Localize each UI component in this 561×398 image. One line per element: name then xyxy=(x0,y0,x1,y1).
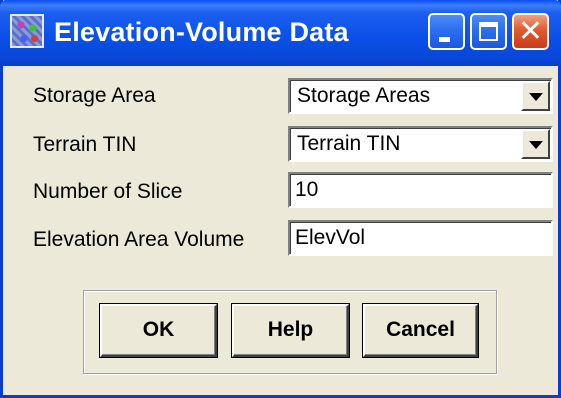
terrain-tin-dropdown-button[interactable] xyxy=(521,129,550,159)
arcview-app-icon[interactable] xyxy=(10,14,44,48)
elevation-volume-dialog: Elevation-Volume Data ✕ Storage Area Sto… xyxy=(0,0,561,398)
ok-button[interactable]: OK xyxy=(100,304,217,357)
terrain-tin-dropdown[interactable]: Terrain TIN xyxy=(288,126,553,162)
storage-area-label: Storage Area xyxy=(33,84,156,107)
elevation-area-volume-field[interactable] xyxy=(288,220,553,256)
title-bar[interactable]: Elevation-Volume Data ✕ xyxy=(0,0,561,66)
chevron-down-icon xyxy=(529,93,543,101)
chevron-down-icon xyxy=(529,141,543,149)
window-title: Elevation-Volume Data xyxy=(54,17,349,47)
maximize-icon xyxy=(479,22,498,41)
minimize-icon xyxy=(439,37,450,42)
minimize-button[interactable] xyxy=(428,13,465,50)
cancel-button[interactable]: Cancel xyxy=(363,304,478,357)
terrain-tin-selected: Terrain TIN xyxy=(297,132,401,155)
number-of-slice-label: Number of Slice xyxy=(33,180,183,203)
close-icon: ✕ xyxy=(517,14,544,49)
storage-area-selected: Storage Areas xyxy=(297,84,431,107)
button-group: OK Help Cancel xyxy=(83,290,497,374)
storage-area-dropdown-button[interactable] xyxy=(521,81,550,111)
help-button[interactable]: Help xyxy=(232,304,349,357)
number-of-slice-field[interactable] xyxy=(288,172,553,208)
terrain-tin-label: Terrain TIN xyxy=(33,133,137,156)
elevation-area-volume-label: Elevation Area Volume xyxy=(33,228,245,251)
storage-area-dropdown[interactable]: Storage Areas xyxy=(288,78,553,114)
close-button[interactable]: ✕ xyxy=(512,13,549,50)
maximize-button[interactable] xyxy=(470,13,507,50)
